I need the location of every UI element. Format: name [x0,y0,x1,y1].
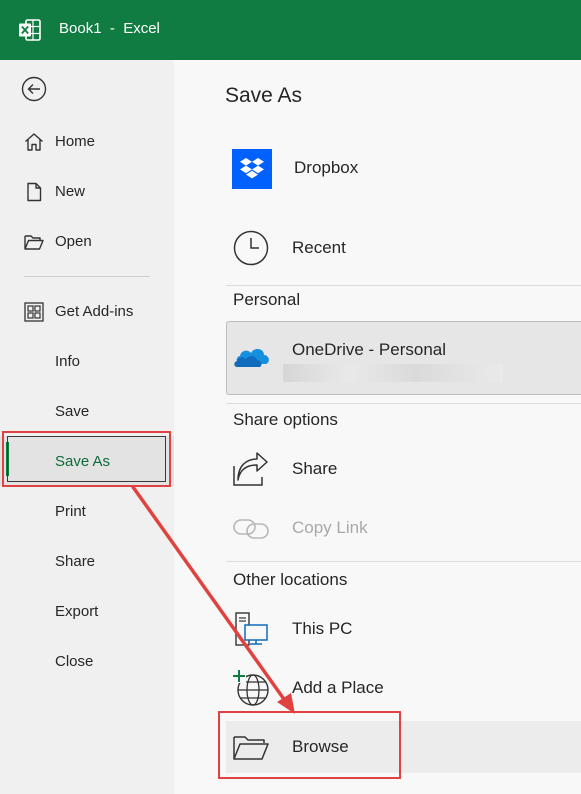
location-share[interactable]: Share [226,444,581,494]
sidebar-item-info[interactable]: Info [0,341,174,381]
location-browse[interactable]: Browse [226,721,581,773]
share-arrow-icon [233,452,268,486]
sidebar-item-label: Info [55,353,81,370]
location-label: Browse [292,737,349,756]
sidebar-item-new[interactable]: New [0,171,174,211]
location-label: Add a Place [292,678,384,697]
location-add-a-place[interactable]: Add a Place [226,663,581,713]
location-recent[interactable]: Recent [226,223,581,273]
title-bar: Book1 - Excel [0,0,581,60]
sidebar-item-label: Get Add-ins [55,303,134,320]
save-as-panel: Save As Dropbox Recent Personal OneDrive [174,60,581,794]
location-copy-link[interactable]: Copy Link [226,503,581,553]
location-label: This PC [292,619,353,638]
section-divider [226,561,581,562]
sidebar-item-home[interactable]: Home [0,121,174,161]
sidebar-item-label: New [55,183,86,200]
location-onedrive-personal[interactable]: OneDrive - Personal [226,321,581,395]
location-label: Recent [292,238,346,257]
location-label: Dropbox [294,158,359,177]
computer-icon [235,612,268,646]
sidebar-item-label: Save As [55,453,111,470]
section-divider [226,403,581,404]
sidebar-item-save[interactable]: Save [0,391,174,431]
onedrive-cloud-icon [234,349,269,367]
browse-folder-icon [233,736,269,760]
sidebar-item-label: Home [55,133,96,150]
location-label: Copy Link [292,518,368,537]
location-label: Share [292,459,338,478]
open-folder-icon [24,235,44,250]
sidebar-item-get-add-ins[interactable]: Get Add-ins [0,291,174,331]
sidebar-item-label: Export [55,603,99,620]
active-indicator [6,442,9,476]
sidebar-item-export[interactable]: Export [0,591,174,631]
clock-icon [233,230,269,266]
sidebar-item-label: Print [55,503,86,520]
sidebar-item-save-as[interactable]: Save As [0,436,174,486]
backstage-sidebar: Home New Open Get Add-ins Info Save Save… [0,60,174,794]
location-label: OneDrive - Personal [292,340,447,359]
add-place-globe-icon [232,669,269,706]
sidebar-item-label: Close [55,653,94,670]
page-title: Save As [225,84,303,107]
location-this-pc[interactable]: This PC [226,604,581,654]
excel-logo-icon [19,19,41,41]
dropbox-icon [232,149,272,189]
sidebar-item-label: Open [55,233,92,250]
add-ins-grid-icon [24,302,44,322]
home-icon [25,133,43,151]
link-icon [233,519,269,539]
sidebar-item-label: Share [55,553,96,570]
sidebar-item-label: Save [55,403,90,420]
new-document-icon [27,182,42,202]
blurred-account-email [283,364,503,382]
sidebar-divider [24,276,150,277]
section-divider [226,285,581,286]
section-heading-other-locations: Other locations [233,570,348,589]
sidebar-item-open[interactable]: Open [0,221,174,261]
location-dropbox[interactable]: Dropbox [226,143,581,193]
back-arrow-icon[interactable] [21,76,47,102]
sidebar-item-share[interactable]: Share [0,541,174,581]
section-heading-personal: Personal [233,290,301,309]
sidebar-item-print[interactable]: Print [0,491,174,531]
sidebar-item-close[interactable]: Close [0,641,174,681]
window-title: Book1 - Excel [59,20,160,37]
section-heading-share-options: Share options [233,410,338,429]
